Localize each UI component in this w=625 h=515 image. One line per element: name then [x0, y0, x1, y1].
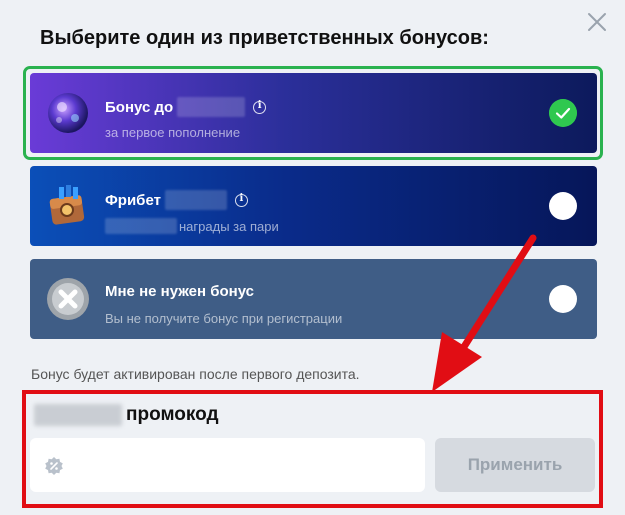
bonus-name: Мне не нужен бонус [105, 283, 255, 300]
radio-button[interactable] [549, 285, 577, 313]
bonus-name: Фрибет [105, 190, 248, 210]
close-icon[interactable] [585, 10, 609, 34]
treasure-chest-icon [49, 185, 85, 225]
bonus-option-none[interactable]: Мне не нужен бонус Вы не получите бонус … [30, 259, 597, 339]
promo-code-input[interactable] [30, 438, 425, 492]
radio-button[interactable] [549, 192, 577, 220]
bonus-name: Бонус до [105, 97, 267, 117]
info-icon[interactable] [253, 100, 267, 114]
bonus-subtitle: награды за пари [105, 218, 279, 234]
dialog-title: Выберите один из приветственных бонусов: [40, 27, 489, 49]
bonus-option-freebet[interactable]: Фрибет награды за пари [30, 166, 597, 246]
planet-icon [48, 93, 88, 133]
bonus-subtitle: Вы не получите бонус при регистрации [105, 311, 343, 326]
bonus-subtitle: за первое пополнение [105, 125, 241, 140]
check-icon[interactable] [549, 99, 577, 127]
discount-badge-icon [45, 457, 63, 475]
bonus-option-deposit[interactable]: Бонус до за первое пополнение [30, 73, 597, 153]
apply-button[interactable]: Применить [435, 438, 595, 492]
cross-circle-icon [47, 278, 89, 320]
info-icon[interactable] [234, 193, 248, 207]
activation-note: Бонус будет активирован после первого де… [31, 366, 360, 382]
promo-label: промокод [34, 404, 219, 426]
